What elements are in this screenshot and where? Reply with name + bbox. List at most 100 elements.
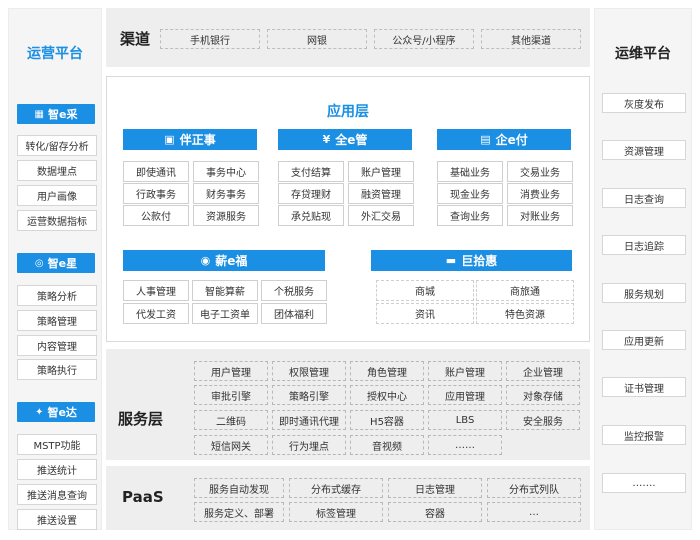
service-item[interactable]: H5容器 xyxy=(350,410,424,430)
paas-item[interactable]: 服务定义、部署 xyxy=(194,502,284,522)
side-item[interactable]: 推送设置 xyxy=(17,509,97,530)
module-item[interactable]: 特色资源 xyxy=(476,303,574,324)
side-item[interactable]: 推送消息查询 xyxy=(17,484,97,505)
service-item[interactable]: 企业管理 xyxy=(506,361,580,381)
ops-platform-title: 运营平台 xyxy=(27,46,83,62)
service-item[interactable]: 审批引擎 xyxy=(194,385,268,405)
module-item[interactable]: 资讯 xyxy=(376,303,474,324)
side-item[interactable]: 策略管理 xyxy=(17,310,97,331)
channel-item[interactable]: 公众号/小程序 xyxy=(374,29,474,49)
module-item[interactable]: 事务中心 xyxy=(193,161,259,182)
module-item[interactable]: 外汇交易 xyxy=(348,205,414,226)
channel-item[interactable]: 手机银行 xyxy=(160,29,260,49)
module-item[interactable]: 消费业务 xyxy=(507,183,573,204)
paas-item[interactable]: 日志管理 xyxy=(388,478,482,498)
paas-layer: PaaS 服务自动发现 分布式缓存 日志管理 分布式列队 服务定义、部署 标签管… xyxy=(106,466,590,530)
paas-item[interactable]: 标签管理 xyxy=(289,502,383,522)
service-layer-title: 服务层 xyxy=(118,410,164,428)
channel-title: 渠道 xyxy=(120,30,151,48)
module-item[interactable]: 基础业务 xyxy=(437,161,503,182)
side-item[interactable]: 策略分析 xyxy=(17,285,97,306)
maintenance-platform-title: 运维平台 xyxy=(615,46,671,62)
maintenance-item[interactable]: 证书管理 xyxy=(602,377,686,397)
module-item[interactable]: 财务事务 xyxy=(193,183,259,204)
module-item[interactable]: 代发工资 xyxy=(123,303,189,324)
side-item[interactable]: 策略执行 xyxy=(17,359,97,380)
service-item[interactable]: 音视频 xyxy=(350,435,424,455)
module-item[interactable]: 智能算薪 xyxy=(192,280,258,301)
side-item[interactable]: 转化/留存分析 xyxy=(17,135,97,156)
maintenance-item[interactable]: 灰度发布 xyxy=(602,93,686,113)
group-header-zhi-e-cai[interactable]: ▦ 智e采 xyxy=(17,104,95,124)
module-item[interactable]: 公款付 xyxy=(123,205,189,226)
module-item[interactable]: 商城 xyxy=(376,280,474,301)
service-item[interactable]: 应用管理 xyxy=(428,385,502,405)
group-header-zhi-e-xing[interactable]: ◎ 智e星 xyxy=(17,253,95,273)
paas-item[interactable]: 容器 xyxy=(388,502,482,522)
maintenance-item[interactable]: 应用更新 xyxy=(602,330,686,350)
module-item[interactable]: 现金业务 xyxy=(437,183,503,204)
module-item[interactable]: 承兑贴现 xyxy=(278,205,344,226)
module-header-qi-e-fu[interactable]: ▤ 企e付 xyxy=(437,129,571,150)
service-item[interactable]: 用户管理 xyxy=(194,361,268,381)
maintenance-item[interactable]: 资源管理 xyxy=(602,140,686,160)
module-title: 企e付 xyxy=(495,133,528,147)
service-item[interactable]: 短信网关 xyxy=(194,435,268,455)
maintenance-item[interactable]: 监控报警 xyxy=(602,425,686,445)
target-icon: ◎ xyxy=(34,257,44,269)
service-item[interactable]: 安全服务 xyxy=(506,410,580,430)
module-header-ju-shi-hui[interactable]: ▬ 巨拾惠 xyxy=(371,250,572,271)
paas-item[interactable]: 分布式缓存 xyxy=(289,478,383,498)
card-icon: ▤ xyxy=(480,133,491,146)
side-item[interactable]: 数据埋点 xyxy=(17,160,97,181)
service-item[interactable]: 策略引擎 xyxy=(272,385,346,405)
service-item[interactable]: 即时通讯代理 xyxy=(272,410,346,430)
module-item[interactable]: 查询业务 xyxy=(437,205,503,226)
service-item[interactable]: 授权中心 xyxy=(350,385,424,405)
module-item[interactable]: 交易业务 xyxy=(507,161,573,182)
module-item[interactable]: 行政事务 xyxy=(123,183,189,204)
service-item-more[interactable]: …… xyxy=(428,435,502,455)
module-header-quan-e-guan[interactable]: ¥ 全e管 xyxy=(278,129,412,150)
maintenance-platform-panel: 运维平台 灰度发布 资源管理 日志查询 日志追踪 服务规划 应用更新 证书管理 … xyxy=(594,8,692,530)
side-item[interactable]: 内容管理 xyxy=(17,335,97,356)
group-header-zhi-e-da[interactable]: ✦ 智e达 xyxy=(17,402,95,422)
side-item[interactable]: 推送统计 xyxy=(17,459,97,480)
side-item[interactable]: MSTP功能 xyxy=(17,434,97,455)
module-item[interactable]: 融资管理 xyxy=(348,183,414,204)
service-item[interactable]: 对象存储 xyxy=(506,385,580,405)
module-header-xin-e-fu[interactable]: ◉ 薪e福 xyxy=(123,250,325,271)
channel-item[interactable]: 其他渠道 xyxy=(481,29,581,49)
paas-item[interactable]: 服务自动发现 xyxy=(194,478,284,498)
module-item[interactable]: 对账业务 xyxy=(507,205,573,226)
service-item[interactable]: 账户管理 xyxy=(428,361,502,381)
module-item[interactable]: 个税服务 xyxy=(261,280,327,301)
paas-item[interactable]: 分布式列队 xyxy=(487,478,581,498)
side-item[interactable]: 运营数据指标 xyxy=(17,210,97,231)
maintenance-item[interactable]: 日志查询 xyxy=(602,188,686,208)
service-item[interactable]: LBS xyxy=(428,410,502,430)
maintenance-item[interactable]: 日志追踪 xyxy=(602,235,686,255)
paas-title: PaaS xyxy=(122,488,164,506)
service-item[interactable]: 角色管理 xyxy=(350,361,424,381)
module-item[interactable]: 电子工资单 xyxy=(192,303,258,324)
channel-item[interactable]: 网银 xyxy=(267,29,367,49)
module-item[interactable]: 商旅通 xyxy=(476,280,574,301)
maintenance-item-more[interactable]: ……. xyxy=(602,473,686,493)
side-item[interactable]: 用户画像 xyxy=(17,185,97,206)
service-item[interactable]: 行为埋点 xyxy=(272,435,346,455)
module-item[interactable]: 团体福利 xyxy=(261,303,327,324)
module-item[interactable]: 存贷理财 xyxy=(278,183,344,204)
service-item[interactable]: 权限管理 xyxy=(272,361,346,381)
module-item[interactable]: 即使通讯 xyxy=(123,161,189,182)
shop-icon: ▬ xyxy=(445,254,457,267)
group-title: 智e达 xyxy=(47,406,77,419)
module-item[interactable]: 账户管理 xyxy=(348,161,414,182)
maintenance-item[interactable]: 服务规划 xyxy=(602,283,686,303)
module-item[interactable]: 人事管理 xyxy=(123,280,189,301)
service-item[interactable]: 二维码 xyxy=(194,410,268,430)
module-header-ban-zheng-shi[interactable]: ▣ 伴正事 xyxy=(123,129,257,150)
module-item[interactable]: 资源服务 xyxy=(193,205,259,226)
module-item[interactable]: 支付结算 xyxy=(278,161,344,182)
paas-item-more[interactable]: … xyxy=(487,502,581,522)
